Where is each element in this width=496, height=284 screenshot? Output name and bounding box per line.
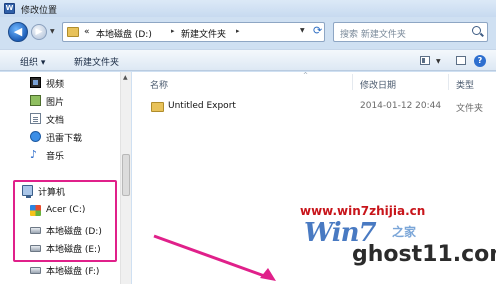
recent-pages-dropdown[interactable]: ▼ (50, 28, 55, 35)
address-segment-folder[interactable]: 新建文件夹 (181, 27, 226, 40)
column-header-name[interactable]: 名称 (150, 78, 168, 91)
title-bar: W 修改位置 (0, 0, 496, 17)
search-input[interactable]: 搜索 新建文件夹 (333, 22, 488, 42)
watermark-url: www.win7zhijia.cn (300, 204, 426, 218)
file-row[interactable]: Untitled Export 2014-01-12 20:44 文件夹 (144, 100, 496, 116)
file-modified: 2014-01-12 20:44 (360, 101, 442, 111)
command-bar: 组织 ▾ 新建文件夹 ▼ ? (0, 49, 496, 71)
organize-button[interactable]: 组织 ▾ (20, 55, 45, 68)
drive-icon (30, 267, 41, 274)
sort-indicator-icon: ^ (303, 72, 309, 79)
new-folder-button[interactable]: 新建文件夹 (74, 55, 119, 68)
window-title: 修改位置 (21, 6, 58, 16)
documents-icon (30, 113, 41, 124)
search-icon[interactable] (472, 26, 481, 35)
chevron-right-icon[interactable]: ▸ (171, 27, 175, 35)
view-dropdown-icon[interactable]: ▼ (436, 58, 441, 65)
search-placeholder: 搜索 新建文件夹 (340, 30, 406, 40)
scrollbar-thumb[interactable] (122, 154, 130, 196)
column-header-type[interactable]: 类型 (456, 78, 474, 91)
nav-item-label: 迅雷下载 (46, 134, 83, 144)
folder-icon (151, 102, 164, 112)
music-icon: ♪ (30, 148, 38, 161)
view-options-icon[interactable] (420, 56, 430, 65)
forward-button[interactable]: ▶ (31, 24, 47, 40)
refresh-icon[interactable]: ⟳ (313, 24, 322, 37)
column-divider[interactable] (448, 74, 449, 90)
address-dropdown[interactable]: ▼ (300, 27, 305, 34)
video-icon (30, 77, 41, 88)
watermark-site: ghost11.com (352, 242, 496, 267)
app-icon: W (4, 3, 15, 14)
nav-item-label: 音乐 (46, 152, 65, 162)
thunder-download-icon (30, 131, 41, 142)
address-segment-drive[interactable]: 本地磁盘 (D:) (96, 27, 152, 40)
address-overflow[interactable]: « (84, 27, 90, 37)
preview-pane-icon[interactable] (456, 56, 466, 65)
folder-icon (67, 27, 79, 37)
file-type: 文件夹 (456, 104, 484, 114)
file-name: Untitled Export (168, 101, 236, 111)
highlight-annotation (13, 180, 117, 262)
watermark-logo-sub: 之家 (392, 225, 417, 239)
scroll-up-icon[interactable]: ▲ (123, 74, 128, 81)
nav-item-label: 本地磁盘 (F:) (46, 267, 100, 277)
chevron-right-icon[interactable]: ▸ (236, 27, 240, 35)
column-divider[interactable] (352, 74, 353, 90)
pictures-icon (30, 95, 41, 106)
address-bar[interactable]: « 本地磁盘 (D:) ▸ 新建文件夹 ▸ (62, 22, 325, 42)
nav-item-label: 图片 (46, 98, 65, 108)
annotation-arrow (153, 234, 276, 281)
nav-item-label: 文档 (46, 116, 65, 126)
back-button[interactable]: ◀ (8, 22, 28, 42)
nav-item-label: 视频 (46, 80, 65, 90)
column-header-modified[interactable]: 修改日期 (360, 78, 396, 91)
help-icon[interactable]: ? (474, 55, 486, 67)
nav-scrollbar[interactable]: ▲ (120, 72, 131, 284)
